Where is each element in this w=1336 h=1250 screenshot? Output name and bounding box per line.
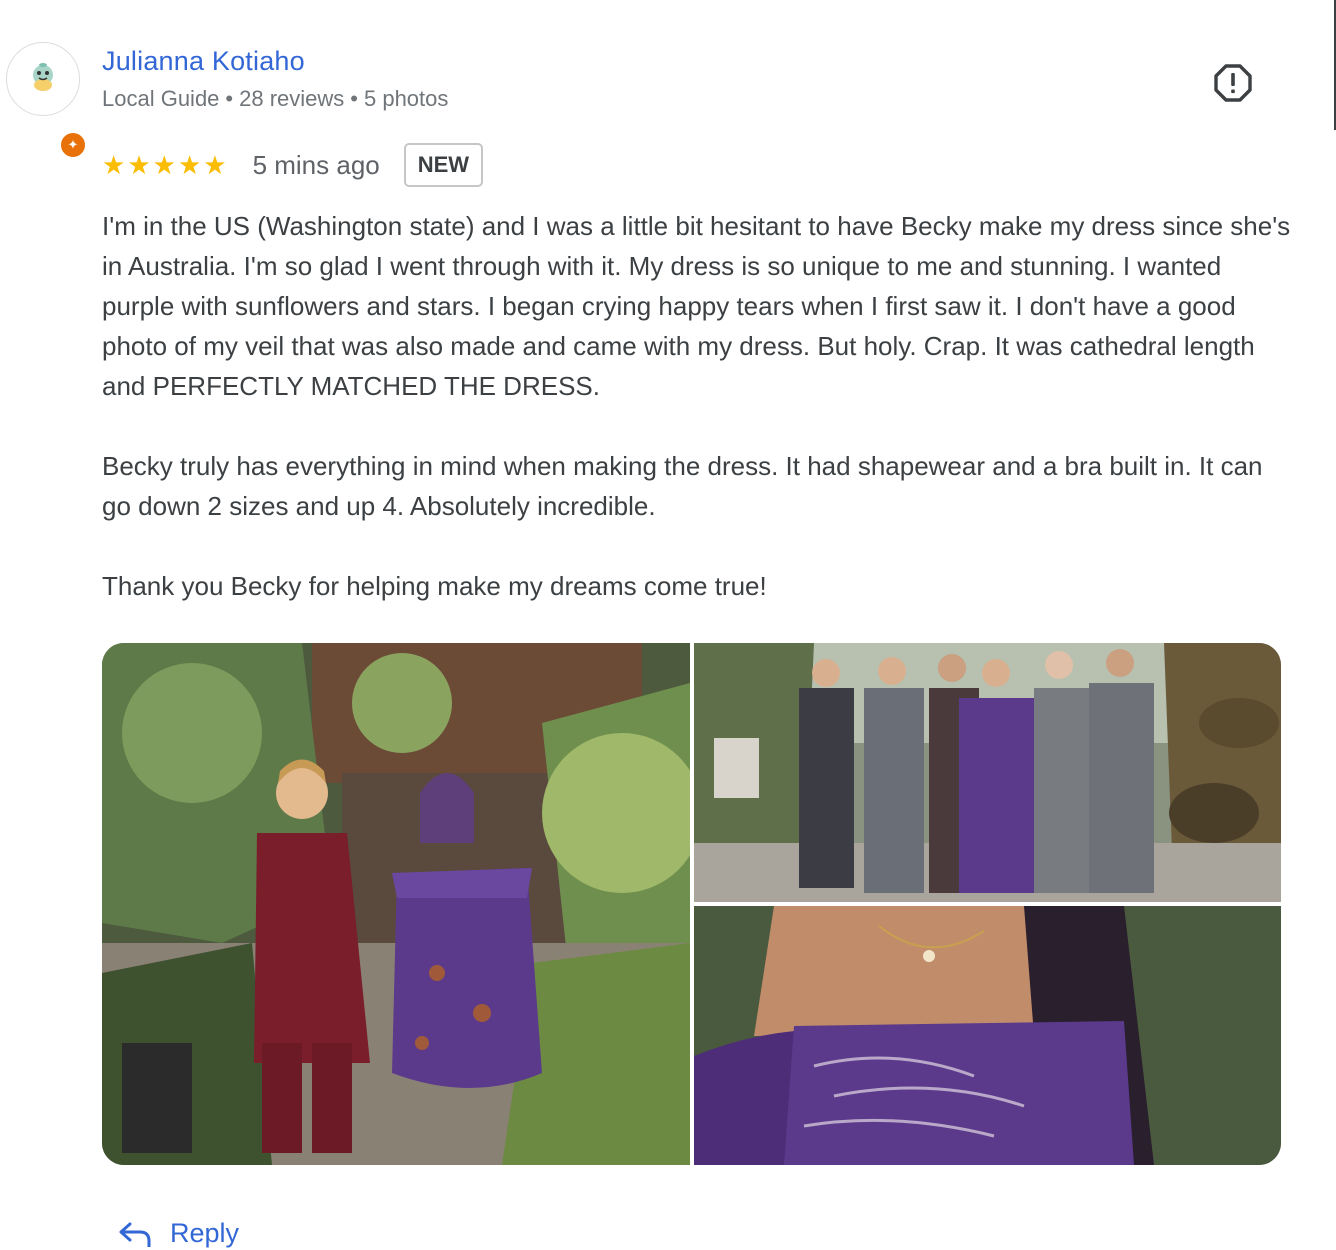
meta-separator: • bbox=[225, 86, 234, 111]
review-paragraph: Thank you Becky for helping make my drea… bbox=[102, 571, 767, 601]
review-card: ✦ Julianna Kotiaho Local Guide • 28 review… bbox=[0, 0, 1336, 1250]
author-name[interactable]: Julianna Kotiaho bbox=[102, 46, 305, 77]
new-badge: NEW bbox=[403, 143, 484, 187]
local-guide-label: Local Guide bbox=[102, 86, 220, 111]
photo-gallery bbox=[102, 643, 1281, 1165]
review-text: I'm in the US (Washington state) and I w… bbox=[102, 206, 1292, 646]
rating-row: ★ ★ ★ ★ ★ 5 mins ago NEW bbox=[102, 142, 484, 188]
star-icon: ★ bbox=[152, 150, 176, 180]
review-count: 28 reviews bbox=[239, 86, 345, 111]
reply-button[interactable]: Reply bbox=[118, 1218, 239, 1249]
reply-arrow-icon bbox=[119, 1222, 151, 1247]
avatar[interactable]: ✦ bbox=[6, 42, 87, 159]
author-meta: Local Guide • 28 reviews • 5 photos bbox=[102, 86, 448, 112]
review-paragraph: Becky truly has everything in mind when … bbox=[102, 451, 1263, 521]
star-icon: ★ bbox=[203, 150, 227, 180]
photo-group-image bbox=[694, 643, 1281, 902]
star-icon: ★ bbox=[177, 150, 202, 180]
avatar-character-icon bbox=[33, 63, 53, 91]
photo-dress-detail-image bbox=[694, 906, 1281, 1165]
review-photo-group[interactable] bbox=[694, 643, 1281, 902]
photo-count: 5 photos bbox=[363, 86, 449, 111]
report-icon bbox=[1214, 64, 1252, 102]
star-icon: ★ bbox=[102, 150, 126, 180]
report-button[interactable] bbox=[1213, 63, 1253, 103]
photo-couple-image bbox=[102, 643, 690, 1165]
meta-separator: • bbox=[350, 86, 358, 111]
star-rating: ★ ★ ★ ★ ★ bbox=[102, 152, 227, 178]
review-photo-couple[interactable] bbox=[102, 643, 690, 1165]
reply-label[interactable]: Reply bbox=[170, 1218, 239, 1249]
local-guide-star-icon: ✦ bbox=[59, 131, 87, 159]
review-time: 5 mins ago bbox=[252, 149, 380, 180]
review-paragraph: I'm in the US (Washington state) and I w… bbox=[102, 211, 1291, 401]
review-photo-dress-detail[interactable] bbox=[694, 906, 1281, 1165]
star-icon: ★ bbox=[127, 150, 151, 180]
